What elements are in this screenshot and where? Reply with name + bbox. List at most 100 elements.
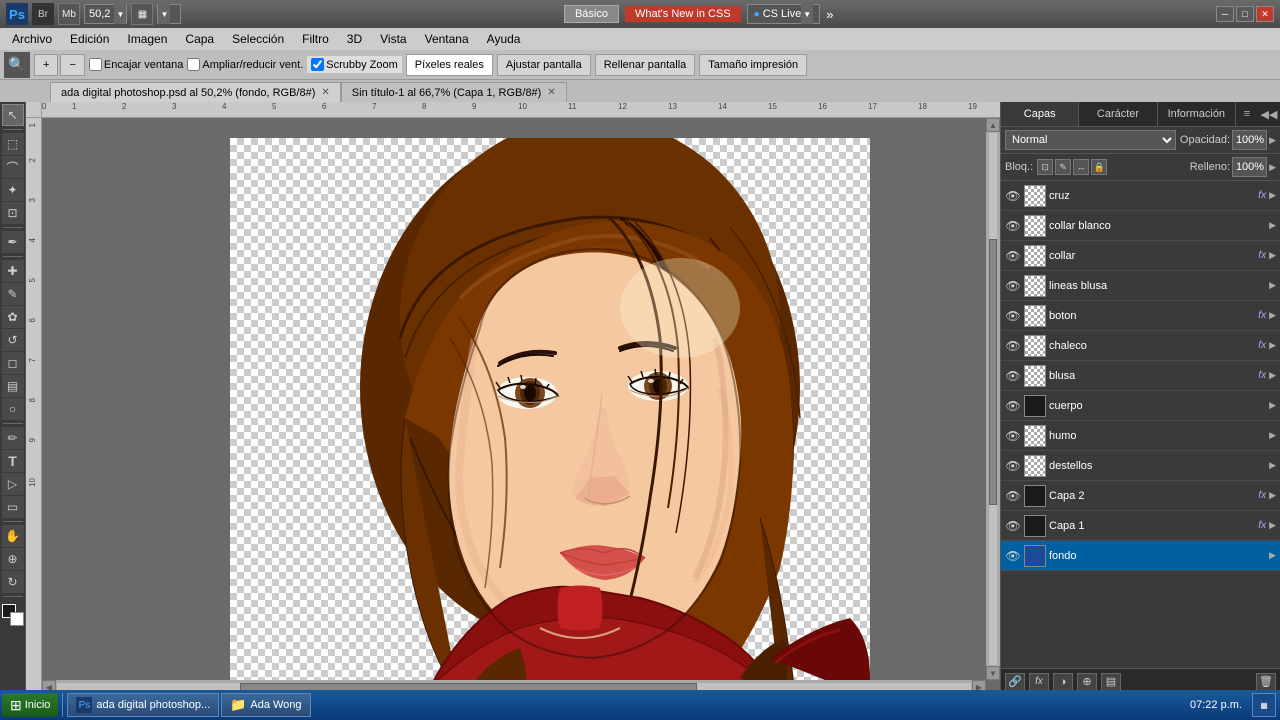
layer-vis-0[interactable]: 👁	[1005, 188, 1021, 204]
layer-vis-3[interactable]: 👁	[1005, 278, 1021, 294]
opacity-arrow[interactable]: ▶	[1269, 135, 1276, 146]
layer-item-cruz[interactable]: 👁cruzfx▶	[1001, 181, 1280, 211]
mini-icon[interactable]: Mb	[58, 3, 80, 25]
tab-informacion[interactable]: Información	[1158, 102, 1236, 126]
scroll-track-v[interactable]	[989, 133, 997, 665]
hand-tool[interactable]: ✋	[2, 525, 24, 547]
layer-vis-5[interactable]: 👁	[1005, 338, 1021, 354]
menu-item-vista[interactable]: Vista	[372, 30, 414, 48]
layer-item-boton[interactable]: 👁botonfx▶	[1001, 301, 1280, 331]
zoom-down-arrow[interactable]: ▼	[114, 4, 126, 24]
fill-arrow[interactable]: ▶	[1269, 162, 1276, 173]
layer-item-collar-blanco[interactable]: 👁collar blanco▶	[1001, 211, 1280, 241]
menu-item-archivo[interactable]: Archivo	[4, 30, 60, 48]
layer-item-cuerpo[interactable]: 👁cuerpo▶	[1001, 391, 1280, 421]
cslive-arrow[interactable]: ▼	[801, 4, 813, 24]
layer-vis-11[interactable]: 👁	[1005, 518, 1021, 534]
menu-item-capa[interactable]: Capa	[177, 30, 222, 48]
background-color[interactable]	[10, 612, 24, 626]
encajar-checkbox[interactable]: Encajar ventana	[89, 58, 184, 71]
maximize-btn[interactable]: □	[1236, 6, 1254, 22]
healing-tool[interactable]: ✚	[2, 260, 24, 282]
color-swatches[interactable]	[2, 604, 24, 626]
tab-capas[interactable]: Capas	[1001, 102, 1079, 126]
panel-menu-btn[interactable]: ≡	[1236, 102, 1258, 126]
layer-vis-2[interactable]: 👁	[1005, 248, 1021, 264]
tab-1[interactable]: Sin título-1 al 66,7% (Capa 1, RGB/8#)✕	[341, 82, 567, 102]
eyedropper-tool[interactable]: ✒	[2, 231, 24, 253]
tab-caracter[interactable]: Carácter	[1079, 102, 1157, 126]
zoom-in-btn[interactable]: +	[34, 54, 58, 76]
dodge-tool[interactable]: ○	[2, 398, 24, 420]
layer-item-blusa[interactable]: 👁blusafx▶	[1001, 361, 1280, 391]
rellenar-btn[interactable]: Rellenar pantalla	[595, 54, 696, 76]
eraser-tool[interactable]: ◻	[2, 352, 24, 374]
taskbar-folder-btn[interactable]: 📁 Ada Wong	[221, 693, 310, 717]
menu-item-ayuda[interactable]: Ayuda	[479, 30, 529, 48]
layer-item-chaleco[interactable]: 👁chalecofx▶	[1001, 331, 1280, 361]
tab-close-0[interactable]: ✕	[321, 87, 329, 98]
layer-vis-9[interactable]: 👁	[1005, 458, 1021, 474]
history-brush-tool[interactable]: ↺	[2, 329, 24, 351]
show-desktop-btn[interactable]: ▦	[1252, 693, 1276, 717]
blend-mode-select[interactable]: Normal	[1005, 130, 1176, 150]
workspace-btn[interactable]: Básico	[564, 5, 619, 23]
layer-item-fondo[interactable]: 👁fondo▶	[1001, 541, 1280, 571]
shape-tool[interactable]: ▭	[2, 496, 24, 518]
ampliar-input[interactable]	[187, 58, 200, 71]
taskbar-ps-btn[interactable]: Ps ada digital photoshop...	[67, 693, 219, 717]
menu-item-edición[interactable]: Edición	[62, 30, 117, 48]
layer-vis-12[interactable]: 👁	[1005, 548, 1021, 564]
tamano-btn[interactable]: Tamaño impresión	[699, 54, 807, 76]
move-tool[interactable]: ↖	[2, 104, 24, 126]
menu-item-imagen[interactable]: Imagen	[119, 30, 175, 48]
cslive-btn[interactable]: ● CS Live ▼	[747, 4, 821, 24]
close-btn[interactable]: ✕	[1256, 6, 1274, 22]
rotate-tool[interactable]: ↻	[2, 571, 24, 593]
path-select-tool[interactable]: ▷	[2, 473, 24, 495]
zoom-control[interactable]: 50,2 ▼	[84, 4, 127, 24]
layer-vis-1[interactable]: 👁	[1005, 218, 1021, 234]
lasso-tool[interactable]: ⌒	[2, 156, 24, 178]
tab-0[interactable]: ada digital photoshop.psd al 50,2% (fond…	[50, 82, 341, 102]
lock-brush-btn[interactable]: ✎	[1055, 159, 1071, 175]
canvas-image[interactable]	[230, 138, 870, 694]
menu-item-ventana[interactable]: Ventana	[417, 30, 477, 48]
screen-mode-arrow[interactable]: ▼	[158, 4, 170, 24]
layer-group-btn[interactable]: ▤	[1101, 673, 1121, 691]
scrubby-input[interactable]	[311, 58, 324, 71]
lock-move-btn[interactable]: ↔	[1073, 159, 1089, 175]
gradient-tool[interactable]: ▤	[2, 375, 24, 397]
zoom-tool[interactable]: ⊕	[2, 548, 24, 570]
pixeles-btn[interactable]: Píxeles reales	[406, 54, 493, 76]
layer-item-lineas-blusa[interactable]: 👁lineas blusa▶	[1001, 271, 1280, 301]
start-btn[interactable]: ⊞ Inicio	[2, 693, 58, 717]
link-layers-btn[interactable]: 🔗	[1005, 673, 1025, 691]
panel-collapse-btn[interactable]: ◀◀	[1258, 102, 1280, 126]
scroll-down-btn[interactable]: ▼	[986, 666, 1000, 680]
layer-mask-btn[interactable]: ◑	[1053, 673, 1073, 691]
layer-vis-8[interactable]: 👁	[1005, 428, 1021, 444]
canvas-scrollbar-vertical[interactable]: ▲ ▼	[986, 118, 1000, 680]
screen-mode-control[interactable]: ▼	[157, 4, 181, 24]
menu-item-filtro[interactable]: Filtro	[294, 30, 337, 48]
encajar-input[interactable]	[89, 58, 102, 71]
text-tool[interactable]: T	[2, 450, 24, 472]
bridge-icon[interactable]: Br	[32, 3, 54, 25]
layer-vis-6[interactable]: 👁	[1005, 368, 1021, 384]
opacity-input[interactable]	[1232, 130, 1267, 150]
scroll-thumb-v[interactable]	[989, 239, 997, 505]
scrubby-checkbox[interactable]: Scrubby Zoom	[307, 56, 402, 73]
ajustar-btn[interactable]: Ajustar pantalla	[497, 54, 591, 76]
fill-adj-btn[interactable]: ⊕	[1077, 673, 1097, 691]
layer-item-capa-1[interactable]: 👁Capa 1fx▶	[1001, 511, 1280, 541]
lock-all-btn[interactable]: 🔒	[1091, 159, 1107, 175]
layer-item-collar[interactable]: 👁collarfx▶	[1001, 241, 1280, 271]
marquee-tool[interactable]: ⬚	[2, 133, 24, 155]
zoom-out-btn[interactable]: −	[60, 54, 84, 76]
ampliar-checkbox[interactable]: Ampliar/reducir vent.	[187, 58, 303, 71]
fill-input[interactable]	[1232, 157, 1267, 177]
layer-vis-10[interactable]: 👁	[1005, 488, 1021, 504]
tab-close-1[interactable]: ✕	[547, 87, 555, 98]
layer-vis-7[interactable]: 👁	[1005, 398, 1021, 414]
